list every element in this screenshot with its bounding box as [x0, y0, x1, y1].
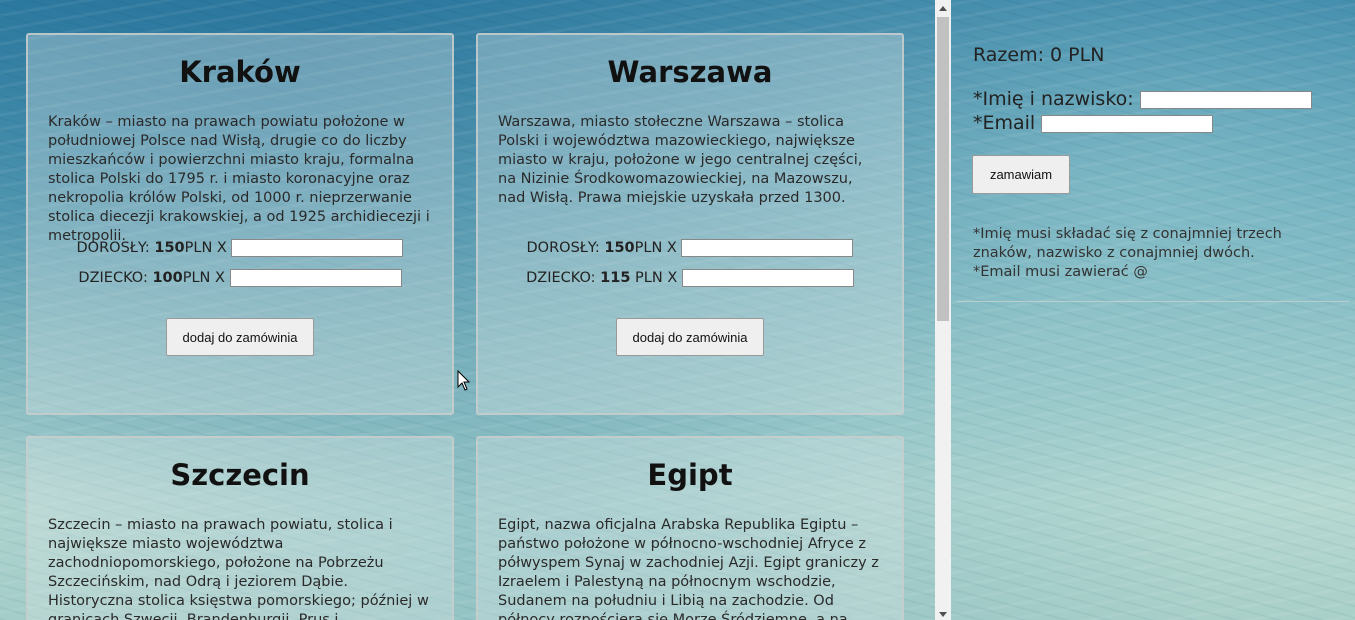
scroll-thumb[interactable] [937, 17, 949, 321]
order-sidebar: Razem: 0 PLN *Imię i nazwisko: *Email za… [951, 0, 1355, 620]
adult-label: DOROSŁY: [76, 240, 155, 256]
child-price-row: DZIECKO: 100PLN X [28, 267, 452, 297]
name-hint: *Imię musi składać się z conajmniej trze… [973, 226, 1282, 261]
adult-price-row: DOROSŁY: 150PLN X [478, 237, 902, 267]
child-price: 100 [152, 270, 183, 286]
card-title: Warszawa [607, 55, 773, 89]
card-description: Kraków – miasto na prawach powiatu położ… [48, 114, 430, 244]
email-hint: *Email musi zawierać @ [973, 264, 1148, 280]
offer-card-krakow: Kraków Kraków – miasto na prawach powiat… [26, 33, 454, 415]
offer-card-egipt: Egipt Egipt, nazwa oficjalna Arabska Rep… [476, 436, 904, 620]
add-to-order-button[interactable]: dodaj do zamówinia [165, 318, 315, 356]
card-title: Szczecin [170, 458, 310, 492]
adult-price: 150 [154, 240, 185, 256]
name-label: *Imię i nazwisko: [973, 88, 1140, 110]
order-button[interactable]: zamawiam [972, 155, 1070, 194]
child-quantity-input[interactable] [229, 269, 402, 287]
order-total: Razem: 0 PLN [973, 44, 1105, 66]
offer-card-szczecin: Szczecin Szczecin – miasto na prawach po… [26, 436, 454, 620]
sidebar-divider [957, 301, 1349, 302]
adult-quantity-input[interactable] [681, 239, 854, 257]
child-label: DZIECKO: [78, 270, 153, 286]
child-price-row: DZIECKO: 115 PLN X [478, 267, 902, 297]
scroll-down-arrow-icon[interactable] [939, 612, 947, 617]
name-input[interactable] [1139, 90, 1312, 109]
validation-hints: *Imię musi składać się z conajmniej trze… [973, 225, 1313, 282]
adult-label: DOROSŁY: [526, 240, 605, 256]
child-suffix: PLN X [182, 270, 230, 286]
adult-quantity-input[interactable] [231, 239, 404, 257]
scroll-up-arrow-icon[interactable] [939, 6, 947, 11]
card-title: Kraków [179, 55, 301, 89]
card-description: Warszawa, miasto stołeczne Warszawa – st… [498, 114, 863, 206]
card-description: Szczecin – miasto na prawach powiatu, st… [48, 517, 429, 620]
offers-area: Kraków Kraków – miasto na prawach powiat… [0, 0, 935, 620]
child-quantity-input[interactable] [681, 269, 854, 287]
add-to-order-button[interactable]: dodaj do zamówinia [615, 318, 765, 356]
adult-suffix: PLN X [184, 240, 232, 256]
adult-suffix: PLN X [634, 240, 682, 256]
mouse-cursor-icon [457, 370, 471, 391]
child-label: DZIECKO: [526, 270, 601, 286]
card-description: Egipt, nazwa oficjalna Arabska Republika… [498, 517, 879, 620]
child-suffix: PLN X [630, 270, 682, 286]
name-field-row: *Imię i nazwisko: [973, 88, 1312, 110]
vertical-scrollbar[interactable] [935, 0, 951, 620]
email-field-row: *Email [973, 112, 1214, 134]
offer-card-warszawa: Warszawa Warszawa, miasto stołeczne Wars… [476, 33, 904, 415]
email-label: *Email [973, 112, 1042, 134]
email-input[interactable] [1041, 114, 1214, 133]
child-price: 115 [600, 270, 631, 286]
card-title: Egipt [647, 458, 733, 492]
adult-price: 150 [604, 240, 635, 256]
adult-price-row: DOROSŁY: 150PLN X [28, 237, 452, 267]
